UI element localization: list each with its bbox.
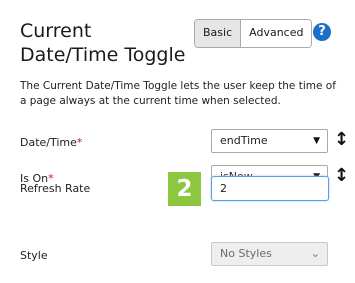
style-value: No Styles (220, 247, 272, 260)
mode-toggle: Basic Advanced (194, 19, 313, 48)
basic-mode-button[interactable]: Basic (195, 20, 242, 47)
panel-title: Current Date/Time Toggle (20, 20, 186, 66)
chevron-down-icon: ⌄ (310, 247, 320, 260)
help-icon[interactable]: ? (313, 23, 331, 41)
advanced-mode-button[interactable]: Advanced (241, 20, 312, 47)
datetime-select[interactable]: endTime ▼ (211, 129, 328, 153)
style-select: No Styles ⌄ (211, 242, 328, 266)
refresh-rate-input[interactable]: 2 (211, 176, 329, 201)
sort-icon[interactable]: ↕ (334, 165, 349, 189)
datetime-label-text: Date/Time (20, 136, 77, 149)
datetime-value: endTime (220, 134, 268, 147)
datetime-label: Date/Time* (20, 136, 82, 149)
properties-panel: Current Date/Time Toggle Basic Advanced … (0, 0, 355, 283)
step-number-badge: 2 (168, 172, 201, 206)
refresh-rate-label: Refresh Rate (20, 182, 91, 195)
sort-icon[interactable]: ↕ (334, 129, 349, 153)
dropdown-caret-icon: ▼ (313, 136, 320, 146)
component-description: The Current Date/Time Toggle lets the us… (20, 80, 336, 107)
style-label: Style (20, 249, 48, 262)
required-marker: * (76, 136, 83, 149)
